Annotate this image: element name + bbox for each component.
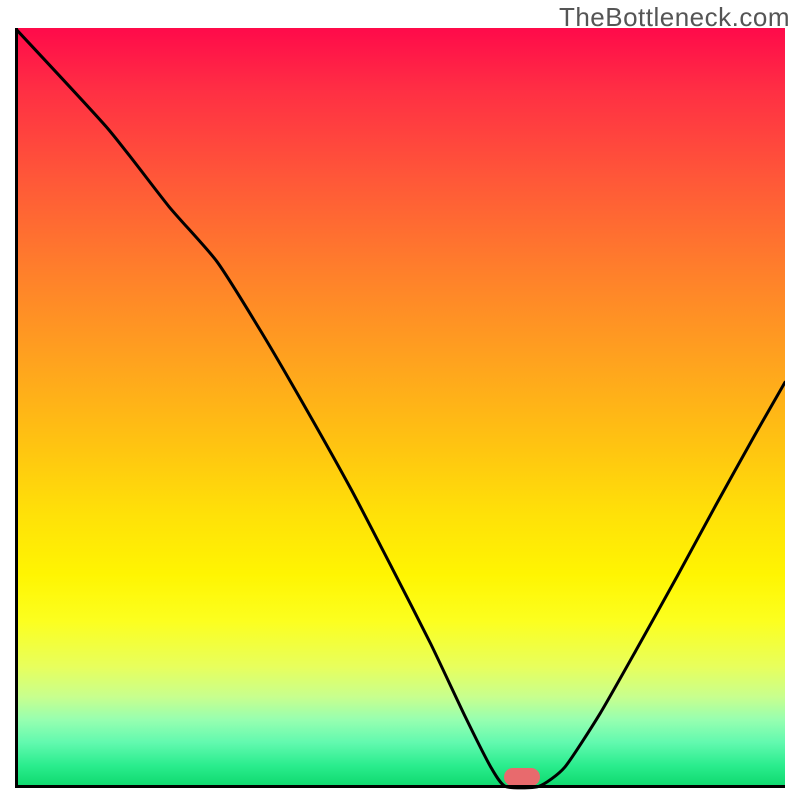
optimal-marker xyxy=(504,768,540,786)
plot-area xyxy=(15,28,785,788)
bottleneck-curve xyxy=(15,28,785,798)
chart-stage: TheBottleneck.com xyxy=(0,0,800,800)
